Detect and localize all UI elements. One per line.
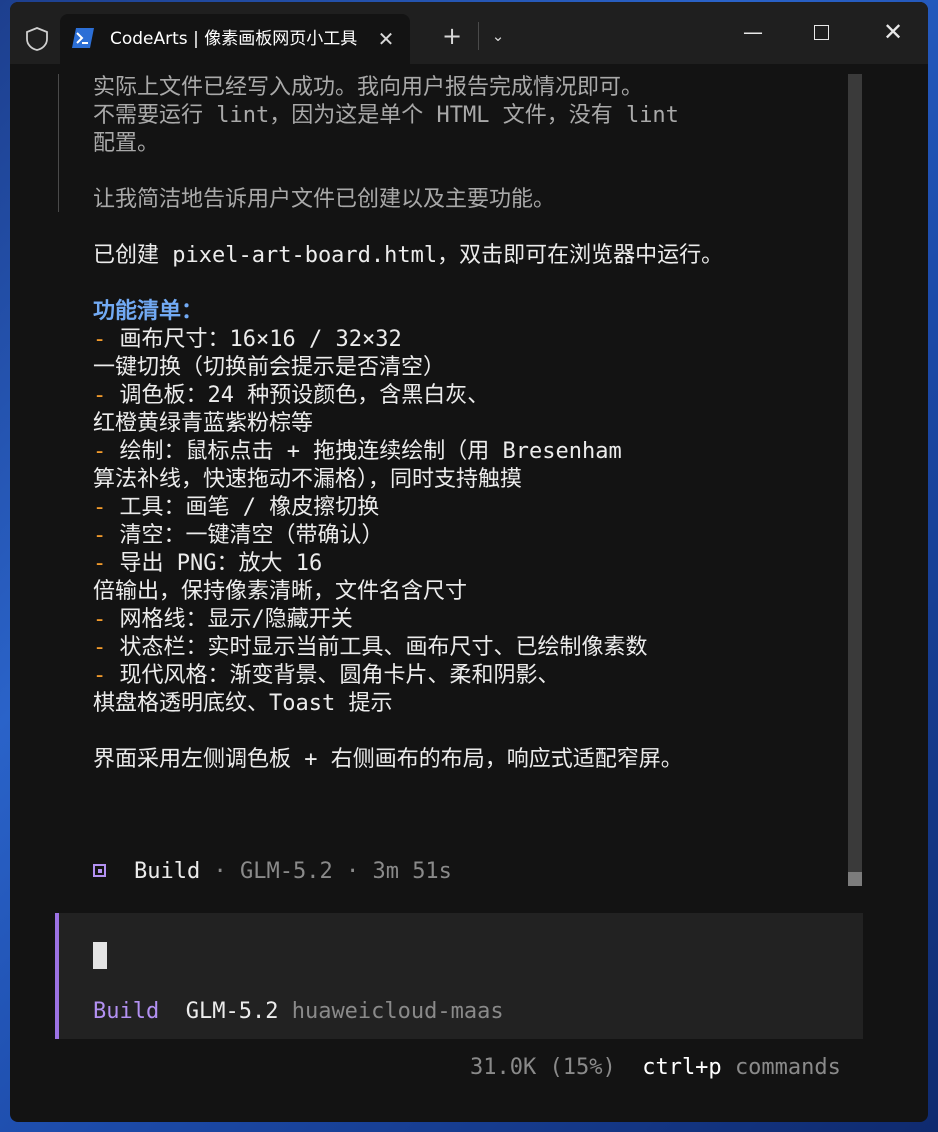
model-selector[interactable]: GLM-5.2 (186, 999, 279, 1024)
feature-text: 绘制：鼠标点击 + 拖拽连续绘制（用 Bresenham (119, 439, 622, 464)
feature-continuation: 红橙黄绿青蓝紫粉棕等 (93, 411, 314, 436)
text-cursor (93, 942, 107, 969)
maximize-button[interactable] (798, 14, 844, 50)
feature-text: 状态栏：实时显示当前工具、画布尺寸、已绘制像素数 (119, 635, 648, 660)
build-status-icon (93, 864, 106, 877)
thinking-line: 实际上文件已经写入成功。我向用户报告完成情况即可。 (93, 75, 644, 100)
agent-mode[interactable]: Build (93, 999, 159, 1024)
feature-text: 清空：一键清空（带确认） (119, 523, 384, 548)
feature-item: - 绘制：鼠标点击 + 拖拽连续绘制（用 Bresenham (93, 438, 622, 466)
tab-title: CodeArts | 像素画板网页小工具 (110, 29, 358, 49)
scrollbar-thumb[interactable] (848, 872, 862, 886)
minimize-button[interactable]: — (730, 14, 776, 50)
context-usage: 31.0K (15%) (470, 1055, 616, 1080)
tab-bar: CodeArts | 像素画板网页小工具 ✕ + ⌄ — ✕ (10, 2, 928, 64)
terminal-tab[interactable]: CodeArts | 像素画板网页小工具 ✕ (60, 14, 410, 64)
scrollbar-track[interactable] (848, 74, 862, 886)
bullet-dash: - (93, 383, 107, 408)
thinking-line: 让我简洁地告诉用户文件已创建以及主要功能。 (93, 187, 556, 212)
feature-item: - 工具：画笔 / 橡皮擦切换 (93, 494, 379, 522)
footer-bar: 31.0K (15%) ctrl+p commands (470, 1054, 841, 1082)
feature-continuation: 算法补线，快速拖动不漏格），同时支持触摸 (93, 467, 523, 492)
feature-continuation: 倍输出，保持像素清晰，文件名含尺寸 (93, 579, 468, 604)
feature-item: - 导出 PNG：放大 16 (93, 550, 322, 578)
feature-item: - 现代风格：渐变背景、圆角卡片、柔和阴影、 (93, 662, 560, 690)
feature-text: 调色板：24 种预设颜色，含黑白灰、 (119, 383, 490, 408)
bullet-dash: - (93, 439, 107, 464)
agent-name: Build (134, 859, 201, 884)
feature-text: 网格线：显示/隐藏开关 (119, 607, 353, 632)
feature-continuation: 棋盘格透明底纹、Toast 提示 (93, 691, 393, 716)
shield-icon (26, 27, 48, 51)
thinking-bar (58, 74, 59, 212)
feature-item: - 调色板：24 种预设颜色，含黑白灰、 (93, 382, 489, 410)
terminal-window: CodeArts | 像素画板网页小工具 ✕ + ⌄ — ✕ 实际上文件已经写入… (10, 2, 928, 1122)
features-heading: 功能清单： (93, 299, 204, 324)
bullet-dash: - (93, 635, 107, 660)
separator: · (213, 859, 227, 884)
tab-divider (478, 22, 479, 50)
feature-continuation: 一键切换（切换前会提示是否清空） (93, 355, 446, 380)
chevron-down-icon[interactable]: ⌄ (486, 22, 510, 50)
input-accent-bar (55, 913, 59, 1039)
layout-line: 界面采用左侧调色板 + 右侧画布的布局，响应式适配窄屏。 (93, 747, 683, 772)
shortcut-label: commands (734, 1055, 841, 1080)
bullet-dash: - (93, 551, 107, 576)
maximize-icon (813, 25, 829, 40)
bullet-dash: - (93, 523, 107, 548)
feature-text: 现代风格：渐变背景、圆角卡片、柔和阴影、 (119, 663, 560, 688)
feature-text: 工具：画笔 / 橡皮擦切换 (119, 495, 380, 520)
bullet-dash: - (93, 327, 107, 352)
provider-name: huaweicloud-maas (291, 999, 504, 1024)
created-file-line: 已创建 pixel-art-board.html，双击即可在浏览器中运行。 (93, 243, 724, 268)
model-name: GLM-5.2 (239, 859, 333, 884)
feature-item: - 画布尺寸：16×16 / 32×32 (93, 326, 402, 354)
input-status-line: Build GLM-5.2 huaweicloud-maas (93, 998, 504, 1026)
feature-item: - 状态栏：实时显示当前工具、画布尺寸、已绘制像素数 (93, 634, 648, 662)
bullet-dash: - (93, 495, 107, 520)
feature-text: 画布尺寸：16×16 / 32×32 (119, 327, 402, 352)
close-tab-icon[interactable]: ✕ (374, 27, 398, 51)
new-tab-button[interactable]: + (438, 22, 466, 50)
feature-item: - 清空：一键清空（带确认） (93, 522, 384, 550)
run-status-line: Build · GLM-5.2 · 3m 51s (134, 858, 452, 886)
separator: · (345, 859, 360, 884)
run-duration: 3m 51s (372, 859, 452, 884)
thinking-line: 配置。 (93, 131, 160, 156)
shortcut-key: ctrl+p (642, 1055, 722, 1080)
thinking-line: 不需要运行 lint，因为这是单个 HTML 文件，没有 lint (93, 103, 679, 128)
bullet-dash: - (93, 663, 107, 688)
powershell-icon (72, 28, 94, 48)
close-window-button[interactable]: ✕ (870, 14, 916, 50)
feature-item: - 网格线：显示/隐藏开关 (93, 606, 353, 634)
feature-text: 导出 PNG：放大 16 (119, 551, 323, 576)
bullet-dash: - (93, 607, 107, 632)
